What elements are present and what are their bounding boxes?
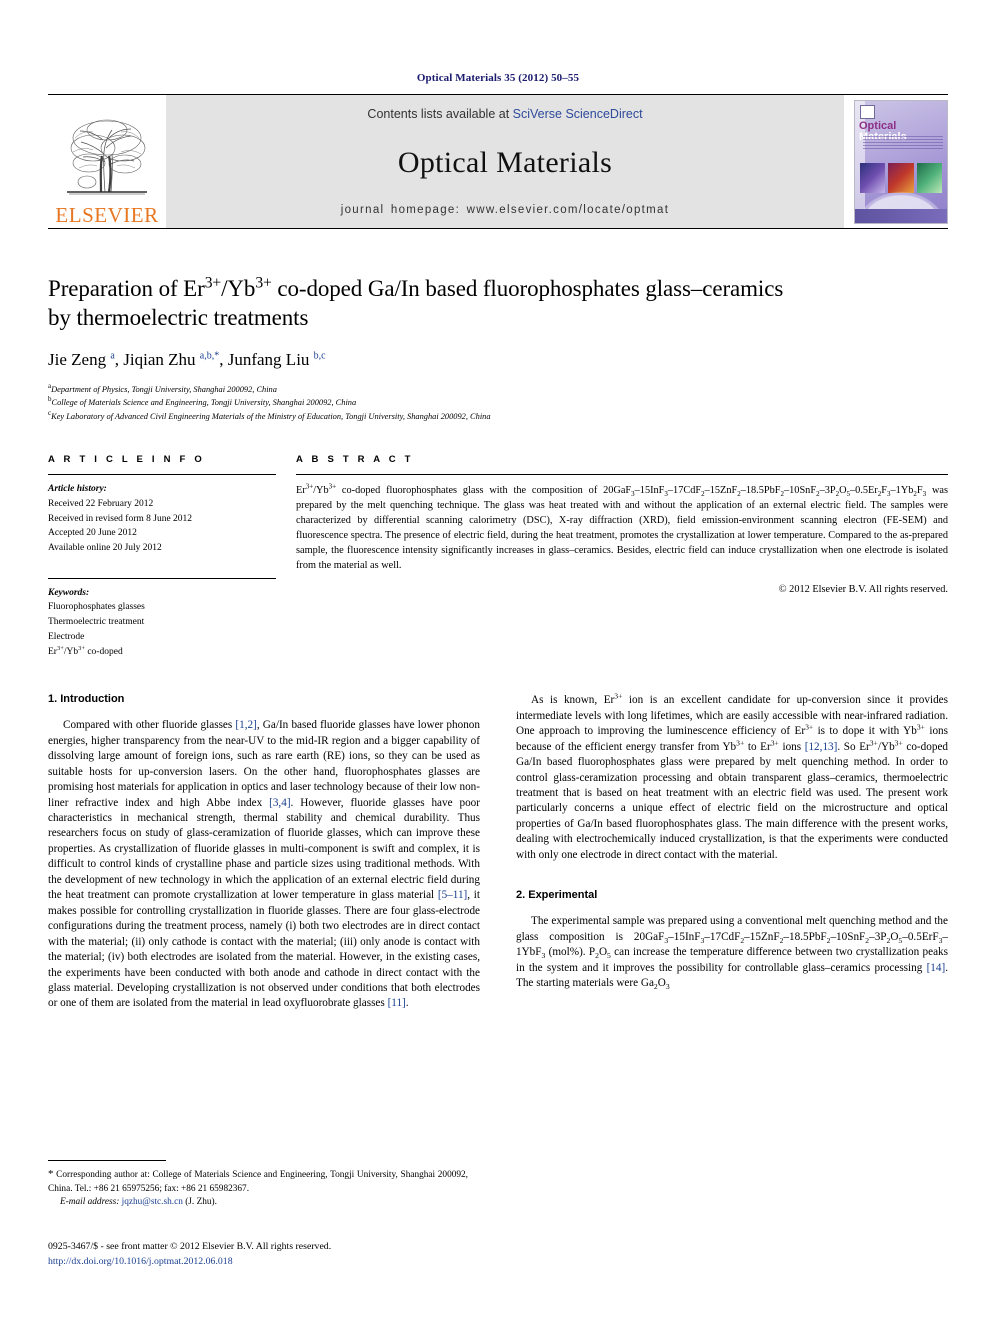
page-content: Optical Materials 35 (2012) 50–55 ELSEVI…	[48, 0, 948, 1012]
cover-image: Optical Materials	[854, 99, 948, 224]
body-column-right: As is known, Er3+ ion is an excellent ca…	[516, 691, 949, 1012]
article-info-heading: A R T I C L E I N F O	[48, 454, 205, 466]
section-heading-introduction: 1. Introduction	[48, 693, 125, 706]
article-history: Article history: Received 22 February 20…	[48, 482, 276, 556]
history-accepted: Accepted 20 June 2012	[48, 528, 137, 539]
title-block: Preparation of Er3+/Yb3+ co-doped Ga/In …	[48, 274, 948, 424]
email-address-label: E-mail address:	[60, 1197, 120, 1208]
banner-center: Contents lists available at SciVerse Sci…	[166, 95, 844, 228]
abstract-heading: A B S T R A C T	[296, 454, 414, 466]
affiliation-a: aDepartment of Physics, Tongji Universit…	[48, 381, 277, 394]
affiliation-b: bCollege of Materials Science and Engine…	[48, 395, 357, 408]
body-column-left: 1. Introduction Compared with other fluo…	[48, 693, 480, 1012]
body-columns: 1. Introduction Compared with other fluo…	[48, 691, 949, 1012]
title-line-1: Preparation of Er3+/Yb3+ co-doped Ga/In …	[48, 274, 784, 301]
intro-paragraph-1: Compared with other fluoride glasses [1,…	[48, 719, 480, 1010]
issn-line: 0925-3467/$ - see front matter © 2012 El…	[48, 1241, 332, 1252]
affiliation-list: aDepartment of Physics, Tongji Universit…	[48, 381, 948, 425]
keywords-block: Keywords: Fluorophosphates glasses Therm…	[48, 586, 276, 660]
journal-cover-thumbnail: Optical Materials	[844, 95, 948, 228]
section-heading-experimental: 2. Experimental	[516, 889, 598, 902]
cover-footer-bar	[855, 208, 947, 223]
abstract-copyright: © 2012 Elsevier B.V. All rights reserved…	[778, 584, 948, 596]
elsevier-wordmark: ELSEVIER	[55, 203, 159, 227]
journal-homepage[interactable]: journal homepage: www.elsevier.com/locat…	[341, 204, 669, 216]
page-title: Preparation of Er3+/Yb3+ co-doped Ga/In …	[48, 274, 948, 332]
affiliation-c: cKey Laboratory of Advanced Civil Engine…	[48, 409, 491, 422]
history-revised: Received in revised form 8 June 2012	[48, 513, 193, 524]
cover-publisher-icon	[860, 104, 875, 119]
journal-title: Optical Materials	[397, 145, 613, 179]
corresponding-author-text: * Corresponding author at: College of Ma…	[48, 1168, 468, 1194]
author-list: Jie Zeng a, Jiqian Zhu a,b,*, Junfang Li…	[48, 350, 326, 370]
footnote-rule	[48, 1160, 166, 1161]
sciencedirect-link[interactable]: SciVerse ScienceDirect	[513, 107, 643, 121]
article-info-rule	[48, 474, 276, 476]
email-address-suffix: (J. Zhu).	[185, 1197, 217, 1208]
contents-available-line: Contents lists available at SciVerse Sci…	[367, 107, 642, 121]
running-head: Optical Materials 35 (2012) 50–55	[416, 72, 580, 84]
elsevier-tree-icon	[61, 110, 153, 202]
abstract-text: Er3+/Yb3+ co-doped fluorophosphates glas…	[296, 482, 949, 572]
keyword-1: Fluorophosphates glasses	[48, 602, 145, 613]
cover-subtitle-lines	[863, 135, 943, 150]
history-received: Received 22 February 2012	[48, 498, 154, 509]
title-line-2: by thermoelectric treatments	[48, 305, 309, 331]
keyword-2: Thermoelectric treatment	[48, 617, 145, 628]
keyword-4: Er3+/Yb3+ co-doped	[48, 644, 123, 657]
abstract-column: A B S T R A C T Er3+/Yb3+ co-doped fluor…	[296, 454, 948, 659]
paper-page: Optical Materials 35 (2012) 50–55 ELSEVI…	[0, 0, 992, 1323]
corresponding-author-note: * Corresponding author at: College of Ma…	[48, 1167, 468, 1210]
issn-copyright-block: 0925-3467/$ - see front matter © 2012 El…	[48, 1240, 508, 1269]
doi-link[interactable]: http://dx.doi.org/10.1016/j.optmat.2012.…	[48, 1255, 508, 1270]
banner-bottom-rule	[48, 228, 948, 229]
abstract-rule	[296, 474, 948, 476]
journal-banner: ELSEVIER Contents lists available at Sci…	[48, 95, 948, 228]
keywords-label: Keywords:	[48, 587, 90, 598]
article-history-label: Article history:	[48, 484, 107, 495]
history-online: Available online 20 July 2012	[48, 542, 162, 553]
article-info-column: A R T I C L E I N F O Article history: R…	[48, 454, 276, 659]
keywords-rule	[48, 577, 276, 579]
contents-prefix: Contents lists available at	[367, 107, 513, 121]
intro-paragraph-2: As is known, Er3+ ion is an excellent ca…	[516, 691, 949, 861]
footnote-region: * Corresponding author at: College of Ma…	[48, 1160, 468, 1210]
info-abstract-region: A R T I C L E I N F O Article history: R…	[48, 454, 948, 659]
elsevier-logo: ELSEVIER	[48, 95, 166, 228]
keyword-3: Electrode	[48, 631, 85, 642]
email-address-link[interactable]: jqzhu@stc.sh.cn	[122, 1197, 183, 1207]
experimental-paragraph-1: The experimental sample was prepared usi…	[516, 915, 948, 992]
